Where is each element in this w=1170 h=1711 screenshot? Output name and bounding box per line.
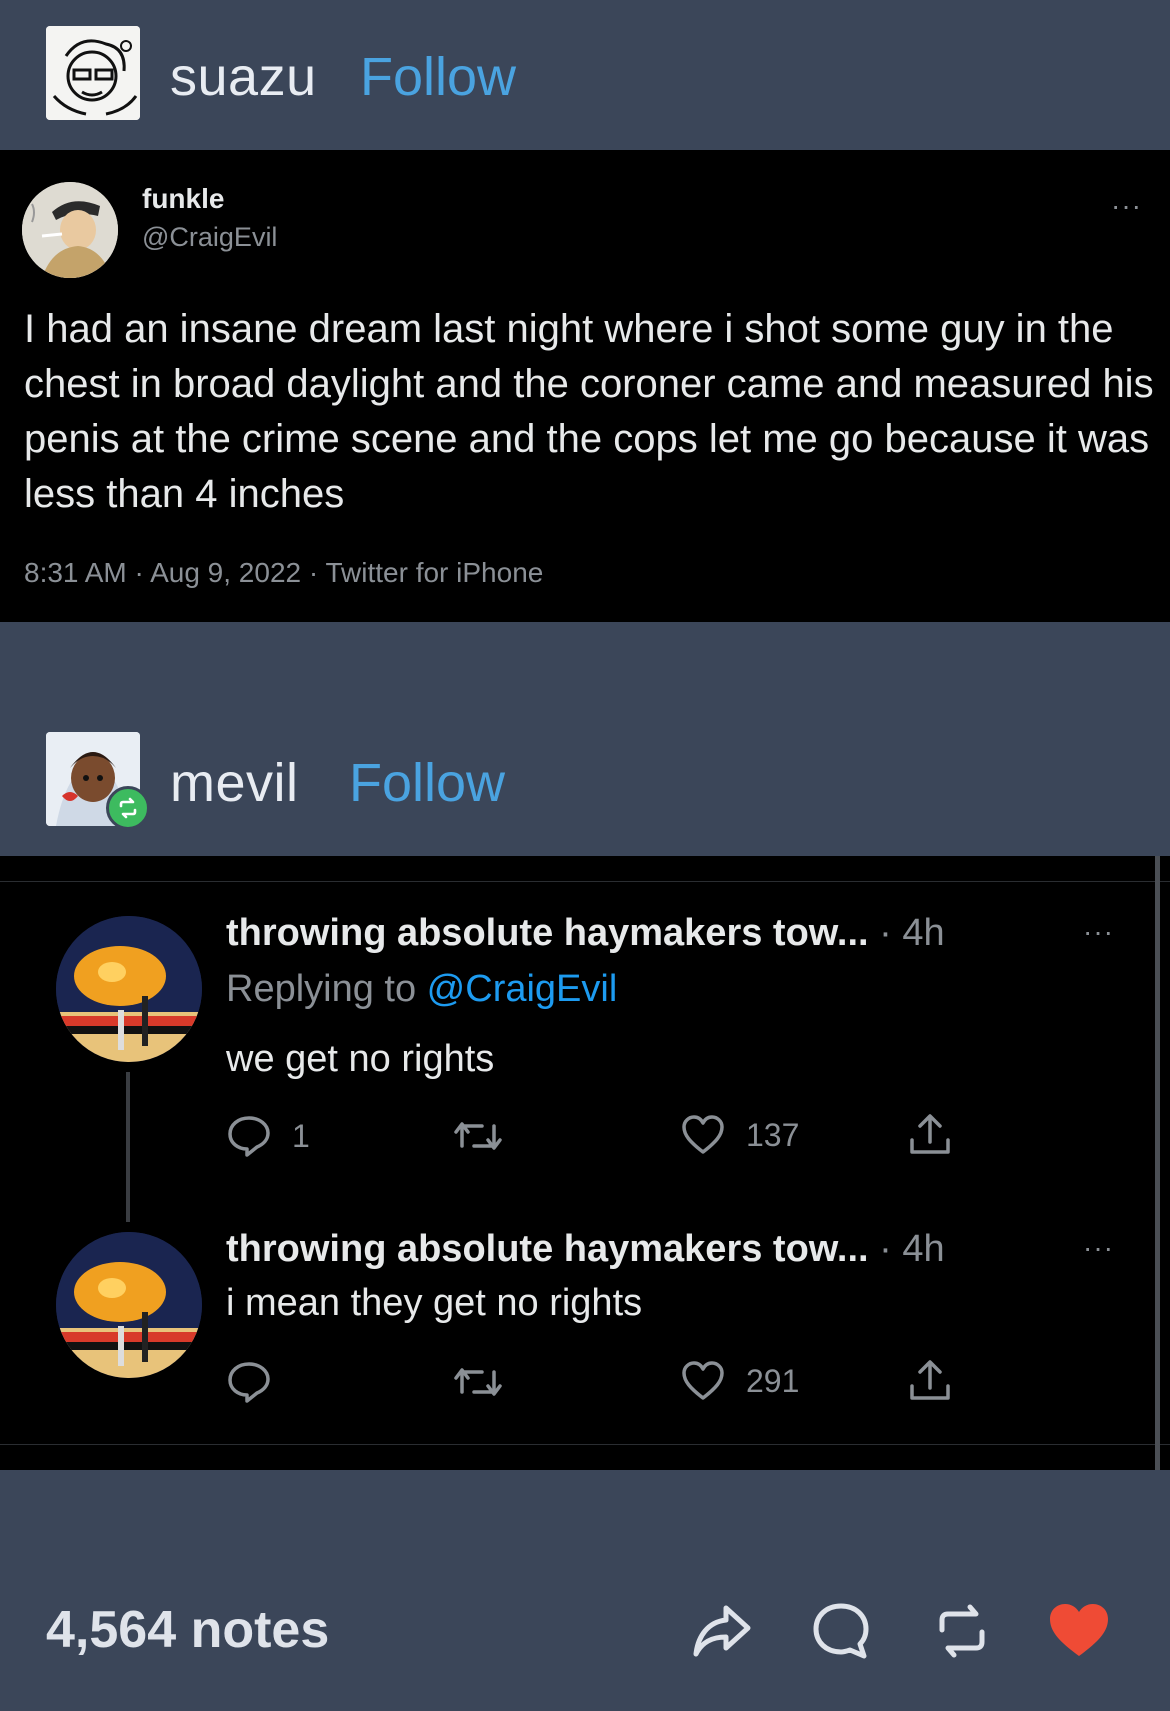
like-count: 137	[746, 1116, 800, 1153]
post-header-suazu: suazu Follow	[0, 0, 1170, 150]
tweet-text: I had an insane dream last night where i…	[24, 307, 1154, 516]
divider	[0, 1444, 1170, 1445]
tweet-screenshot-1: funkle @CraigEvil ··· I had an insane dr…	[0, 150, 1170, 622]
more-options-icon: ···	[1083, 916, 1114, 947]
post-header-mevil: mevil Follow	[0, 702, 1170, 852]
retweet-action	[452, 1116, 504, 1156]
share-icon	[910, 1360, 950, 1400]
retweet-action	[452, 1362, 504, 1402]
heart-icon	[682, 1115, 724, 1154]
avatar-funkle	[22, 182, 118, 278]
tumblr-post: suazu Follow funkle @CraigEvil ··· I had…	[0, 0, 1170, 1711]
share-icon[interactable]	[690, 1600, 754, 1667]
retweet-icon	[454, 1122, 502, 1150]
avatar-suazu[interactable]	[46, 26, 140, 120]
reply-text: i mean they get no rights	[226, 1282, 643, 1324]
comment-icon[interactable]	[810, 1600, 872, 1667]
avatar-reply-2	[56, 1232, 202, 1378]
follow-button-mevil[interactable]: Follow	[349, 752, 505, 814]
username-mevil[interactable]: mevil	[170, 752, 299, 814]
reblog-icon[interactable]	[930, 1600, 994, 1667]
more-options-icon: ···	[1083, 1232, 1114, 1263]
like-action: 137	[680, 1114, 799, 1156]
tweet-author-name: funkle	[142, 183, 225, 214]
notes-count[interactable]: 4,564 notes	[46, 1600, 329, 1660]
like-count: 291	[746, 1362, 800, 1399]
follow-button-suazu[interactable]: Follow	[360, 46, 516, 108]
like-action: 291	[680, 1360, 799, 1402]
like-icon[interactable]	[1046, 1600, 1112, 1665]
reply-action: 1	[226, 1114, 310, 1158]
reblog-badge-icon	[106, 786, 150, 830]
reply-author-name: throwing absolute haymakers tow... · 4h	[226, 1228, 945, 1270]
heart-icon	[682, 1361, 724, 1400]
share-icon	[910, 1114, 950, 1154]
reply-text: we get no rights	[226, 1038, 495, 1080]
mention-link: @CraigEvil	[426, 968, 618, 1010]
replying-to: Replying to @CraigEvil	[226, 968, 618, 1010]
tweet-timestamp: 8:31 AM · Aug 9, 2022 · Twitter for iPho…	[24, 557, 544, 588]
divider	[0, 881, 1170, 882]
reply-time: · 4h	[868, 1228, 945, 1270]
tweet-screenshot-2: throwing absolute haymakers tow... · 4h …	[0, 856, 1170, 1470]
tweet-author-handle: @CraigEvil	[142, 222, 278, 252]
comment-icon	[228, 1362, 270, 1403]
reply-time: · 4h	[868, 912, 945, 954]
reply-count: 1	[292, 1117, 310, 1154]
retweet-icon	[454, 1368, 502, 1396]
share-action	[906, 1358, 954, 1404]
scrollbar[interactable]	[1155, 856, 1160, 1470]
comment-icon	[228, 1116, 270, 1157]
username-suazu[interactable]: suazu	[170, 46, 317, 108]
more-options-icon: ···	[1111, 190, 1142, 221]
share-action	[906, 1112, 954, 1158]
reply-action	[226, 1360, 272, 1404]
thread-line	[126, 1072, 130, 1222]
avatar-reply-1	[56, 916, 202, 1062]
reply-author-name: throwing absolute haymakers tow... · 4h	[226, 912, 945, 954]
